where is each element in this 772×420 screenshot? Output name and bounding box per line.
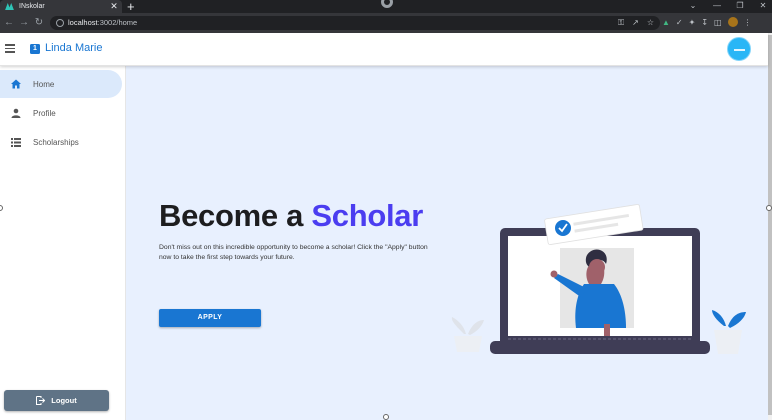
person-icon [0, 108, 30, 118]
sidebar-item-profile[interactable]: Profile [0, 99, 122, 127]
resize-handle-icon [383, 414, 389, 420]
reload-icon[interactable]: ↻ [32, 16, 46, 30]
logout-icon [36, 396, 46, 405]
close-window-button[interactable]: ✕ [752, 0, 772, 13]
page-scrollbar[interactable] [768, 33, 772, 420]
extension-eyedropper-icon[interactable]: ✓ [676, 18, 683, 27]
scrollbar-thumb[interactable] [768, 35, 772, 415]
user-avatar[interactable] [727, 37, 751, 61]
new-tab-button[interactable]: + [127, 0, 135, 13]
bookmark-star-icon[interactable]: ☆ [647, 18, 654, 28]
restore-button[interactable]: ❐ [729, 0, 751, 13]
hero-title-accent: Scholar [311, 198, 423, 233]
sidebar-item-home[interactable]: Home [0, 70, 122, 98]
hero-title: Become a Scholar [159, 198, 423, 233]
apply-button[interactable]: APPLY [159, 309, 261, 327]
side-panel-icon[interactable]: ◫ [714, 18, 722, 27]
browser-tab-strip: INskolar ✕ + ⌄ — ❐ ✕ [0, 0, 772, 13]
cursor-ring-icon [381, 0, 393, 8]
sidebar-item-label: Home [33, 79, 55, 89]
logout-label: Logout [51, 396, 77, 405]
site-info-icon[interactable] [56, 19, 64, 27]
sidebar: Home Profile Scholarships Logout [0, 66, 126, 420]
sidebar-item-label: Scholarships [33, 137, 79, 147]
app-header: 1 Linda Marie [0, 33, 768, 66]
menu-icon[interactable] [5, 44, 15, 53]
browser-tab[interactable]: INskolar ✕ [0, 0, 122, 13]
sidebar-item-label: Profile [33, 108, 56, 118]
app-favicon-icon [5, 3, 14, 10]
tab-close-icon[interactable]: ✕ [108, 1, 120, 12]
scholar-laptop-illustration [451, 204, 746, 354]
tab-title: INskolar [19, 3, 45, 10]
kebab-menu-icon[interactable]: ⋮ [744, 18, 752, 27]
url-text: localhost:3002/home [68, 18, 138, 27]
extension-vue-icon[interactable]: ▲ [662, 18, 670, 27]
profile-avatar-icon[interactable] [727, 17, 738, 27]
list-icon [0, 137, 30, 147]
logout-button[interactable]: Logout [4, 390, 109, 411]
sidebar-item-scholarships[interactable]: Scholarships [0, 128, 122, 156]
browser-toolbar: ← → ↻ localhost:3002/home ⚿ ↗ ☆ ▲ ✓ ✦ ↧ … [0, 13, 772, 33]
minimize-button[interactable]: — [706, 0, 728, 13]
download-icon[interactable]: ↧ [701, 18, 708, 27]
forward-arrow-icon[interactable]: → [17, 16, 31, 30]
brand-name: Linda Marie [45, 42, 103, 54]
brand-badge-icon: 1 [30, 44, 40, 54]
main-content: Become a Scholar Don't miss out on this … [126, 66, 768, 420]
key-icon[interactable]: ⚿ [618, 18, 624, 28]
tab-search-icon[interactable]: ⌄ [682, 0, 704, 13]
extensions-puzzle-icon[interactable]: ✦ [689, 18, 696, 27]
share-icon[interactable]: ↗ [632, 18, 639, 28]
resize-handle-icon [766, 205, 772, 211]
hero-description: Don't miss out on this incredible opport… [159, 244, 428, 261]
home-icon [0, 79, 30, 89]
address-bar[interactable]: localhost:3002/home ⚿ ↗ ☆ [50, 16, 660, 30]
page-viewport: 1 Linda Marie Home Profile Scholarships … [0, 33, 772, 420]
back-arrow-icon[interactable]: ← [2, 16, 16, 30]
